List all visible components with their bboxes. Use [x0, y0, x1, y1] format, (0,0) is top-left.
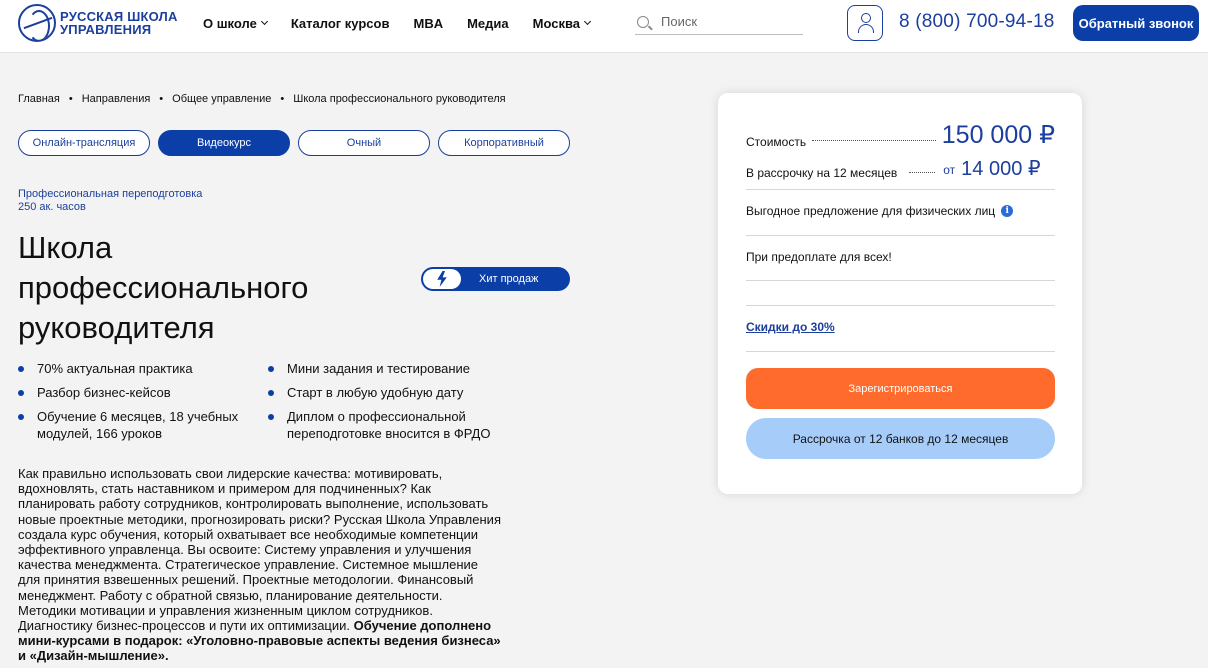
lightning-icon — [423, 269, 461, 289]
user-icon — [858, 13, 874, 33]
logo-line2: УПРАВЛЕНИЯ — [60, 22, 152, 37]
search-input[interactable] — [661, 14, 801, 29]
nav-city-label: Москва — [532, 15, 581, 31]
nav-city[interactable]: Москва — [532, 14, 592, 32]
chevron-down-icon — [260, 17, 268, 26]
price-label: Стоимость — [746, 135, 807, 149]
offer-row: Выгодное предложение для физических лиц … — [746, 204, 1055, 218]
installment-label: В рассрочку на 12 месяцев — [746, 166, 898, 180]
phone-link[interactable]: 8 (800) 700-94-18 — [899, 11, 1055, 33]
offer-text: Выгодное предложение для физических лиц — [746, 204, 996, 218]
badge-label: Хит продаж — [479, 273, 539, 285]
format-tabs: Онлайн-трансляция Видеокурс Очный Корпор… — [18, 130, 570, 156]
register-button[interactable]: Зарегистрироваться — [746, 368, 1055, 409]
divider — [746, 235, 1055, 236]
course-description: Как правильно использовать свои лидерски… — [18, 466, 503, 664]
installment-row: В рассрочку на 12 месяцев от 14 000 ₽ — [746, 154, 1055, 180]
price-value: 150 000 ₽ — [941, 121, 1055, 149]
divider — [746, 280, 1055, 281]
breadcrumb-general-management[interactable]: Общее управление — [172, 93, 271, 105]
price-row: Стоимость 150 000 ₽ — [746, 119, 1055, 149]
discount-link[interactable]: Скидки до 30% — [746, 320, 1055, 334]
program-hours: 250 ак. часов — [18, 201, 86, 213]
feature-item: Старт в любую удобную дату — [268, 384, 508, 401]
breadcrumb-separator: • — [159, 93, 164, 105]
breadcrumb-separator: • — [68, 93, 73, 105]
search-icon — [637, 15, 649, 28]
dotted-leader — [812, 140, 936, 141]
price-card: Стоимость 150 000 ₽ В рассрочку на 12 ме… — [718, 93, 1082, 494]
info-icon[interactable]: i — [1001, 205, 1014, 217]
main-nav: О школе Каталог курсов MBA Медиа Москва — [203, 14, 614, 32]
site-header: РУССКАЯ ШКОЛА УПРАВЛЕНИЯ О школе Каталог… — [0, 0, 1208, 53]
chevron-down-icon — [583, 17, 592, 26]
divider — [746, 305, 1055, 306]
feature-item: Разбор бизнес-кейсов — [18, 384, 248, 401]
search-box — [635, 9, 803, 35]
account-button[interactable] — [847, 5, 883, 41]
nav-catalog[interactable]: Каталог курсов — [291, 14, 390, 32]
nav-mba-label: MBA — [413, 15, 444, 31]
tab-online[interactable]: Онлайн-трансляция — [18, 130, 150, 156]
breadcrumb-current: Школа профессионального руководителя — [293, 93, 506, 105]
breadcrumb-directions[interactable]: Направления — [82, 93, 151, 105]
page-title: Школа профессионального руководителя — [18, 230, 309, 345]
installment-button[interactable]: Рассрочка от 12 банков до 12 месяцев — [746, 418, 1055, 459]
tab-offline[interactable]: Очный — [298, 130, 430, 156]
nav-media-label: Медиа — [467, 15, 509, 31]
logo-globe-icon — [18, 4, 56, 42]
bestseller-badge: Хит продаж — [421, 267, 570, 291]
feature-item: 70% актуальная практика — [18, 360, 248, 377]
program-type-label: Профессиональная переподготовка — [18, 188, 203, 200]
feature-item: Диплом о профессиональной переподготовке… — [268, 408, 508, 442]
installment-from: от — [943, 163, 956, 177]
description-text: Как правильно использовать свои лидерски… — [18, 466, 501, 634]
program-type: Профессиональная переподготовка 250 ак. … — [18, 188, 202, 214]
nav-catalog-label: Каталог курсов — [290, 15, 390, 31]
tab-corporate[interactable]: Корпоративный — [438, 130, 570, 156]
divider — [746, 351, 1055, 352]
nav-mba[interactable]: MBA — [413, 14, 443, 32]
logo[interactable]: РУССКАЯ ШКОЛА УПРАВЛЕНИЯ — [18, 4, 178, 42]
feature-item: Обучение 6 месяцев, 18 учебных модулей, … — [18, 408, 258, 442]
logo-text: РУССКАЯ ШКОЛА УПРАВЛЕНИЯ — [60, 10, 178, 36]
nav-about-label: О школе — [203, 15, 257, 31]
divider — [746, 189, 1055, 190]
callback-button[interactable]: Обратный звонок — [1073, 5, 1199, 41]
feature-item: Мини задания и тестирование — [268, 360, 508, 377]
breadcrumb-home[interactable]: Главная — [18, 93, 60, 105]
prepay-text: При предоплате для всех! — [746, 250, 892, 264]
tab-video-course[interactable]: Видеокурс — [158, 130, 290, 156]
nav-media[interactable]: Медиа — [467, 14, 509, 32]
breadcrumb: Главная • Направления • Общее управление… — [18, 93, 506, 105]
breadcrumb-separator: • — [280, 93, 285, 105]
installment-price: 14 000 ₽ — [961, 158, 1041, 180]
nav-about[interactable]: О школе — [203, 14, 268, 32]
dotted-leader — [909, 172, 936, 173]
